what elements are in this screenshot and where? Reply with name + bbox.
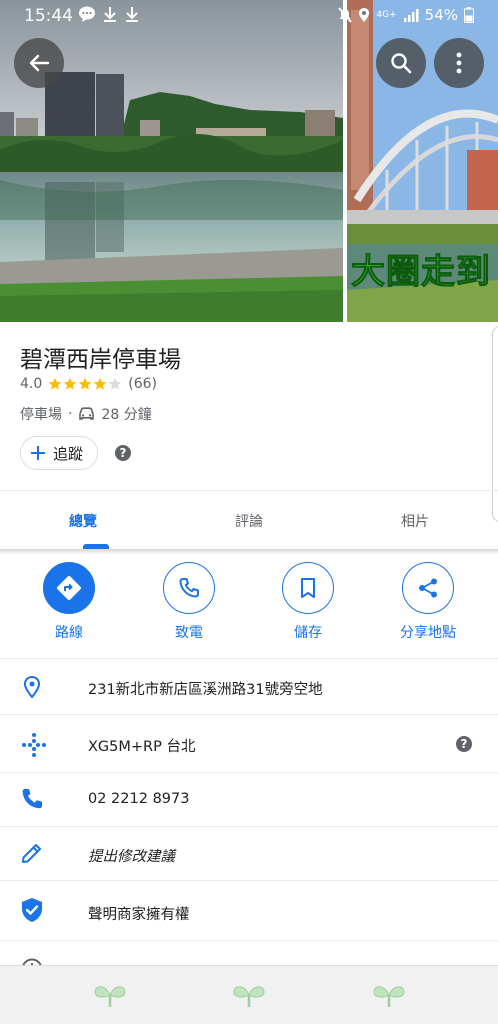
location-pin-icon — [23, 675, 41, 699]
directions-icon — [57, 576, 81, 600]
place-details-screen: 大圈走到 15:44 4G+ 54% 碧潭西岸停車場 4.0 (66) 停車場 … — [0, 0, 498, 1024]
meta-separator: · — [68, 406, 73, 422]
status-bar: 15:44 4G+ 54% — [0, 0, 498, 32]
rating-row[interactable]: 4.0 (66) — [20, 376, 157, 392]
help-icon[interactable]: ? — [115, 445, 131, 461]
verified-shield-icon — [22, 898, 42, 922]
drive-time: 28 分鐘 — [101, 407, 152, 423]
chat-bubble-icon — [79, 6, 95, 22]
photo-strip[interactable]: 大圈走到 — [0, 0, 498, 322]
meta-row: 停車場 · 28 分鐘 — [20, 404, 152, 424]
directions-ring — [43, 562, 95, 614]
address-row[interactable]: 231新北市新店區溪洲路31號旁空地 — [0, 658, 498, 714]
tab-photos[interactable]: 相片 — [332, 491, 498, 550]
phone-row[interactable]: 02 2212 8973 — [0, 772, 498, 826]
battery-percent: 54% — [424, 6, 458, 24]
star-filled-icon — [93, 377, 107, 390]
tab-label: 評論 — [235, 513, 263, 530]
search-icon — [391, 53, 412, 74]
action-buttons: 路線 致電 儲存 分享地點 — [0, 562, 498, 658]
plus-code-row[interactable]: XG5M+RP 台北 ? — [0, 714, 498, 772]
photo-caption: 大圈走到 — [351, 252, 491, 293]
suggest-edit-row[interactable]: 提出修改建議 — [0, 826, 498, 880]
tab-label: 總覽 — [69, 513, 97, 530]
star-filled-icon — [48, 377, 62, 390]
share-button[interactable]: 分享地點 — [373, 562, 483, 642]
call-button[interactable]: 致電 — [134, 562, 244, 642]
phone-icon — [179, 578, 199, 598]
save-ring — [282, 562, 334, 614]
star-empty-icon — [108, 377, 122, 390]
tab-shadow — [0, 549, 498, 555]
phone-icon — [22, 789, 42, 809]
back-button[interactable] — [14, 38, 64, 88]
save-button[interactable]: 儲存 — [253, 562, 363, 642]
rating-stars — [48, 377, 122, 391]
back-arrow-icon — [29, 54, 50, 72]
plus-code-text: XG5M+RP 台北 — [88, 739, 196, 755]
claim-business-text: 聲明商家擁有權 — [88, 907, 190, 923]
signal-icon — [403, 9, 419, 22]
more-options-button[interactable] — [434, 38, 484, 88]
address-text: 231新北市新店區溪洲路31號旁空地 — [88, 682, 323, 698]
share-icon — [419, 578, 437, 598]
download-icon — [104, 7, 116, 22]
tab-overview[interactable]: 總覽 — [0, 491, 166, 550]
sprout-icon[interactable] — [93, 980, 127, 1008]
edit-pencil-icon — [22, 844, 41, 863]
follow-label: 追蹤 — [53, 444, 84, 463]
search-button[interactable] — [376, 38, 426, 88]
action-label: 儲存 — [294, 625, 322, 641]
download-icon — [126, 7, 138, 22]
status-time: 15:44 — [24, 6, 73, 26]
tab-label: 相片 — [401, 513, 429, 530]
network-type: 4G+ — [376, 9, 397, 20]
rating-value: 4.0 — [20, 376, 43, 392]
tab-bar: 總覽 評論 相片 — [0, 490, 498, 550]
place-category: 停車場 — [20, 407, 62, 423]
phone-text: 02 2212 8973 — [88, 791, 190, 807]
action-label: 路線 — [55, 625, 83, 641]
bookmark-icon — [301, 578, 315, 598]
more-vert-icon — [456, 52, 462, 74]
mute-icon — [338, 7, 353, 23]
share-ring — [402, 562, 454, 614]
call-ring — [163, 562, 215, 614]
plus-icon — [31, 446, 45, 460]
star-filled-icon — [63, 377, 77, 390]
sprout-icon[interactable] — [372, 980, 406, 1008]
star-filled-icon — [78, 377, 92, 390]
plus-code-icon — [22, 733, 46, 757]
battery-icon — [464, 7, 474, 23]
location-icon — [359, 8, 370, 22]
suggest-edit-text: 提出修改建議 — [88, 849, 175, 865]
claim-business-row[interactable]: 聲明商家擁有權 — [0, 880, 498, 940]
help-icon[interactable]: ? — [456, 736, 472, 752]
review-count: (66) — [128, 376, 158, 392]
directions-button[interactable]: 路線 — [14, 562, 124, 642]
action-label: 分享地點 — [400, 625, 456, 641]
tab-reviews[interactable]: 評論 — [166, 491, 332, 550]
place-title: 碧潭西岸停車場 — [20, 347, 181, 373]
sprout-icon[interactable] — [232, 980, 266, 1008]
action-label: 致電 — [175, 625, 203, 641]
follow-button[interactable]: 追蹤 — [20, 436, 99, 470]
bottom-navigation — [0, 965, 498, 1024]
car-icon — [79, 407, 95, 420]
